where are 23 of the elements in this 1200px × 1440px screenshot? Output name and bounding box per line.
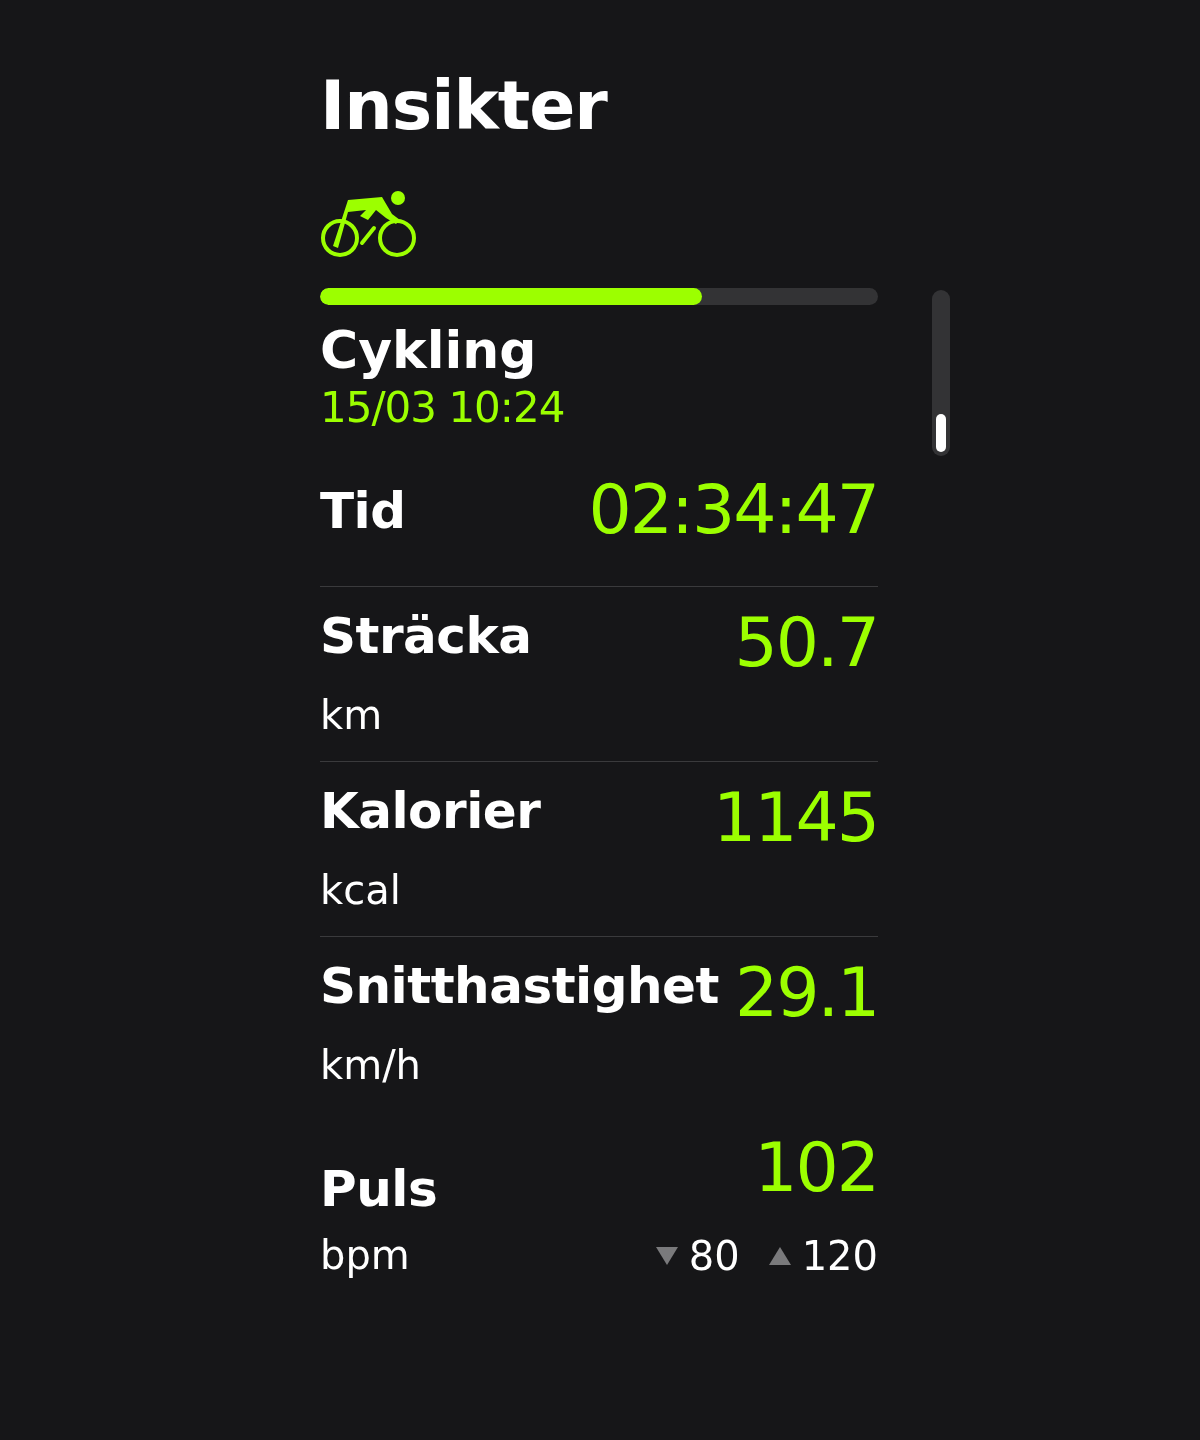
metric-value: 50.7 — [734, 609, 878, 677]
scrollbar[interactable] — [932, 290, 950, 456]
activity-datetime: 15/03 10:24 — [320, 382, 566, 435]
page-title: Insikter — [320, 72, 609, 140]
cycling-icon — [320, 190, 418, 258]
metric-unit: kcal — [320, 866, 402, 914]
metric-label: Kalorier — [320, 784, 541, 839]
metric-label: Puls — [320, 1159, 438, 1217]
max-value: 120 — [801, 1233, 878, 1279]
min-value: 80 — [688, 1233, 740, 1279]
metric-label: Sträcka — [320, 609, 532, 664]
metric-value: 1145 — [712, 784, 878, 852]
metric-value: 102 — [754, 1134, 878, 1202]
metric-unit: bpm — [320, 1231, 411, 1279]
metric-unit: km/h — [320, 1041, 422, 1089]
activity-name: Cykling — [320, 319, 538, 382]
metric-value: 29.1 — [734, 959, 879, 1027]
metric-label: Tid — [320, 481, 406, 539]
down-triangle-icon — [654, 1246, 679, 1266]
up-triangle-icon — [767, 1246, 792, 1266]
metric-value: 02:34:47 — [588, 476, 878, 544]
metric-label: Snitthastighet — [320, 959, 719, 1014]
metric-unit: km — [320, 691, 384, 739]
